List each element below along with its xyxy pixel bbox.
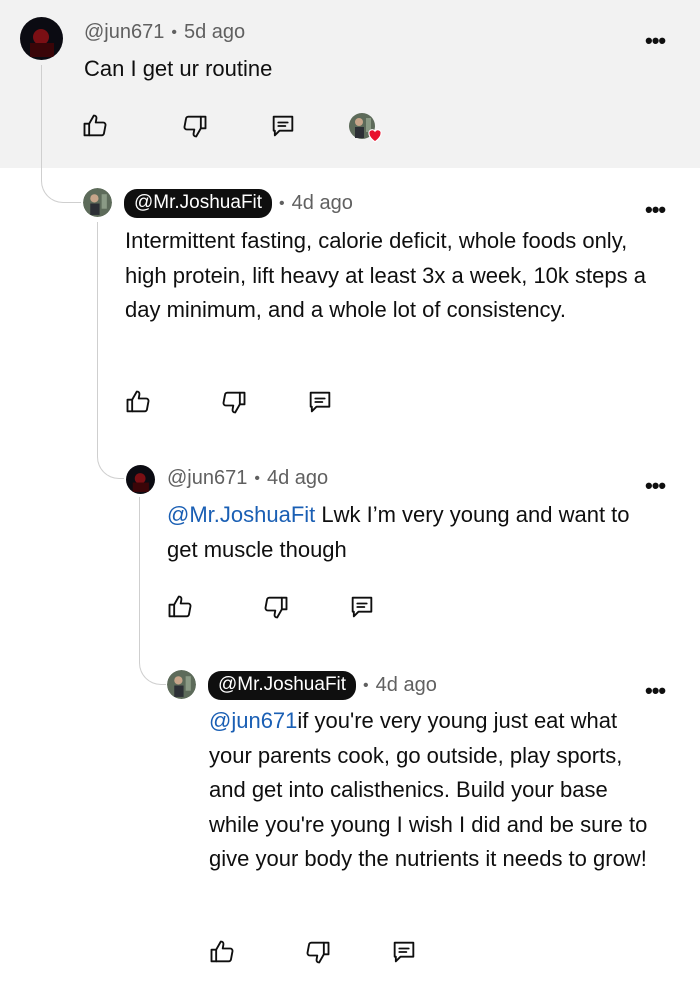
comment-author-creator[interactable]: @Mr.JoshuaFit [208,671,357,700]
dislike-icon [222,391,246,414]
reply-button[interactable] [304,386,336,418]
dislike-button[interactable] [260,591,292,623]
more-options-button[interactable]: ••• [645,475,666,497]
mention-link[interactable]: @jun671 [209,708,297,733]
avatar[interactable] [20,17,63,60]
comment-meta: @Mr.JoshuaFit • 4d ago [124,189,353,218]
more-options-button[interactable]: ••• [645,199,666,221]
reply-icon [272,115,294,137]
comment-text: Can I get ur routine [84,56,273,81]
comment-meta: @Mr.JoshuaFit • 4d ago [208,671,437,700]
meta-separator: • [279,194,285,212]
thread-line [97,222,124,479]
like-button[interactable] [206,936,238,968]
avatar[interactable] [167,670,196,699]
more-options-button[interactable]: ••• [645,30,666,52]
comment-actions [79,110,382,143]
like-icon [126,390,150,413]
dislike-button[interactable] [179,110,211,142]
reply-icon [393,941,415,963]
creator-heart-badge [346,110,382,143]
avatar[interactable] [126,465,155,494]
thread-line [41,65,81,203]
like-button[interactable] [164,591,196,623]
comment-actions [206,936,420,968]
dislike-button[interactable] [302,936,334,968]
comment-time: 5d ago [183,21,246,43]
dislike-icon [183,115,207,138]
like-icon [168,595,192,618]
meta-separator: • [254,469,260,487]
comment-author[interactable]: @jun671 [84,21,164,44]
comment-actions [164,591,378,623]
reply-icon [309,391,331,413]
like-icon [210,940,234,963]
comment-text: @Mr.JoshuaFit Lwk I’m very young and wan… [167,498,647,567]
avatar[interactable] [83,188,112,217]
creator-heart-icon [368,129,382,143]
reply-button[interactable] [267,110,299,142]
dislike-button[interactable] [218,386,250,418]
comment-actions [122,386,336,418]
reply-icon [351,596,373,618]
dislike-icon [306,941,330,964]
comment-author[interactable]: @jun671 [167,467,247,490]
comment-time: 4d ago [291,192,353,214]
more-options-button[interactable]: ••• [645,680,666,702]
comment-text: @jun671if you're very young just eat wha… [209,704,649,877]
comment-author-creator[interactable]: @Mr.JoshuaFit [124,189,273,218]
comment-time: 4d ago [266,467,329,489]
comment-meta: @jun671 • 5d ago [84,21,245,44]
thread-line [139,497,166,685]
like-button[interactable] [122,386,154,418]
reply-button[interactable] [388,936,420,968]
mention-link[interactable]: @Mr.JoshuaFit [167,502,315,527]
meta-separator: • [363,676,369,694]
like-icon [83,114,107,137]
dislike-icon [264,596,288,619]
meta-separator: • [171,23,177,41]
reply-button[interactable] [346,591,378,623]
comment-meta: @jun671 • 4d ago [167,467,328,490]
comment-time: 4d ago [375,674,437,696]
like-button[interactable] [79,110,111,142]
comment-text: Intermittent fasting, calorie deficit, w… [125,228,646,323]
